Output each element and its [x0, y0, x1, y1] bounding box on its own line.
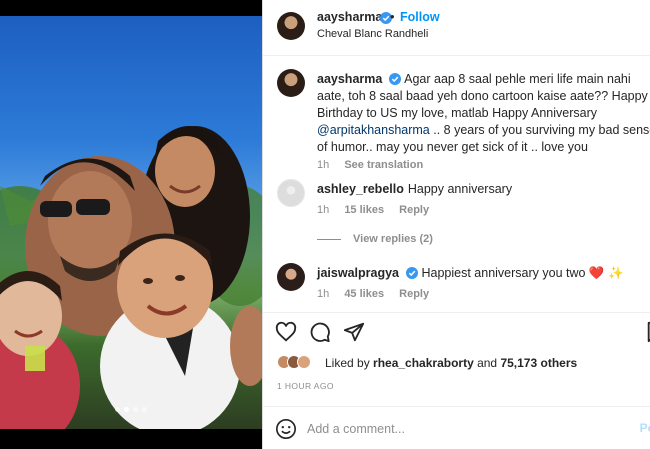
comment-meta: 1h 45 likes Reply	[317, 288, 441, 300]
author-avatar[interactable]	[277, 12, 305, 40]
post-action-bar	[263, 312, 650, 348]
heart-icon[interactable]	[275, 321, 297, 343]
view-replies-label: View replies (2)	[353, 233, 433, 245]
view-replies-button[interactable]: View replies (2)	[317, 233, 433, 245]
caption-mention-link[interactable]: @arpitakhansharma	[317, 123, 430, 137]
comment-likes-count[interactable]: 45 likes	[344, 288, 384, 300]
post-side-panel: aaysharma • Follow Cheval Blanc Randheli…	[262, 0, 650, 449]
comment-time[interactable]: 1h	[317, 204, 329, 216]
post-location[interactable]: Cheval Blanc Randheli	[317, 28, 428, 40]
post-media-panel	[0, 0, 262, 449]
comment-likes-count[interactable]: 15 likes	[344, 204, 384, 216]
likes-prefix: Liked by	[325, 356, 374, 370]
liker-avatar[interactable]	[297, 355, 311, 369]
comment-body: Happiest anniversary you two ❤️ ✨	[421, 266, 624, 280]
caption-username[interactable]: aaysharma	[317, 72, 382, 86]
verified-badge-icon	[406, 267, 418, 279]
caption-time[interactable]: 1h	[317, 159, 329, 171]
follow-button[interactable]: Follow	[400, 10, 440, 24]
emoji-icon[interactable]	[275, 418, 297, 440]
comment-text: jaiswalpragya Happiest anniversary you t…	[317, 265, 650, 282]
reply-button[interactable]: Reply	[399, 288, 429, 300]
post-comment-button[interactable]: Po	[640, 421, 650, 435]
save-bookmark-icon[interactable]	[645, 321, 650, 343]
carousel-dot[interactable]	[133, 407, 138, 412]
comment-username[interactable]: jaiswalpragya	[317, 266, 399, 280]
see-translation-button[interactable]: See translation	[344, 159, 423, 171]
comment-input[interactable]	[307, 418, 607, 440]
comment-meta: 1h 15 likes Reply	[317, 204, 441, 216]
caption-text: aaysharma Agar aap 8 saal pehle meri lif…	[317, 71, 650, 156]
liker-username-link[interactable]: rhea_chakraborty	[373, 356, 474, 370]
likes-text: Liked by rhea_chakraborty and 75,173 oth…	[325, 356, 577, 370]
share-icon[interactable]	[343, 321, 365, 343]
comment-body: Happy anniversary	[407, 182, 513, 196]
commenter-avatar[interactable]	[277, 263, 305, 291]
replies-divider	[317, 238, 341, 240]
comments-list: aaysharma Agar aap 8 saal pehle meri lif…	[263, 57, 650, 312]
post-timestamp[interactable]: 1 HOUR AGO	[277, 381, 334, 391]
add-comment-bar: Po	[263, 406, 650, 449]
carousel-indicator	[0, 407, 262, 412]
comment-time[interactable]: 1h	[317, 288, 329, 300]
commenter-avatar[interactable]	[277, 179, 305, 207]
carousel-dot-active[interactable]	[124, 407, 129, 412]
photo-illustration	[0, 126, 262, 429]
reply-button[interactable]: Reply	[399, 204, 429, 216]
likes-summary: Liked by rhea_chakraborty and 75,173 oth…	[277, 352, 647, 374]
post-photo[interactable]	[0, 16, 262, 429]
comment-username[interactable]: ashley_rebello	[317, 182, 404, 196]
likes-others-link[interactable]: 75,173 others	[500, 356, 577, 370]
post-header: aaysharma • Follow Cheval Blanc Randheli	[263, 0, 650, 56]
caption-meta: 1h See translation	[317, 159, 435, 171]
comment-icon[interactable]	[309, 321, 331, 343]
carousel-dot[interactable]	[142, 407, 147, 412]
caption-author-avatar[interactable]	[277, 69, 305, 97]
likes-middle: and	[473, 356, 501, 370]
author-username[interactable]: aaysharma	[317, 10, 382, 24]
separator-dot: •	[390, 9, 395, 24]
verified-badge-icon	[389, 73, 402, 85]
comment-text: ashley_rebello Happy anniversary	[317, 181, 650, 198]
carousel-dot[interactable]	[115, 407, 120, 412]
